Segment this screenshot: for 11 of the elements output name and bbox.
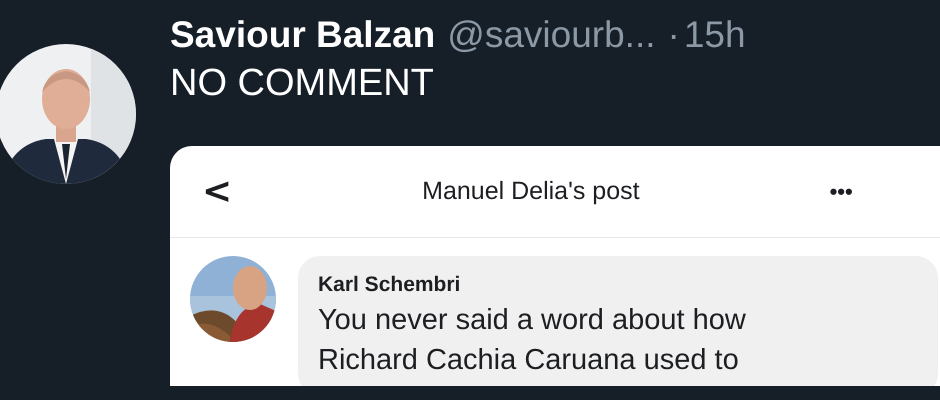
separator: · bbox=[668, 13, 680, 57]
comment-text-line: Richard Cachia Caruana used to bbox=[318, 343, 740, 378]
timestamp[interactable]: 15h bbox=[684, 10, 746, 60]
author-handle: @saviourb... bbox=[447, 13, 656, 57]
author-name[interactable]: Saviour Balzan bbox=[170, 10, 436, 60]
back-button[interactable]: < bbox=[202, 174, 232, 210]
tweet-text: NO COMMENT bbox=[170, 61, 435, 106]
commenter-name[interactable]: Karl Schembri bbox=[318, 270, 938, 300]
post-title: Manuel Delia's post bbox=[422, 176, 640, 207]
more-button[interactable]: ••• bbox=[830, 180, 853, 202]
comment-text-line: You never said a word about how bbox=[318, 303, 747, 338]
